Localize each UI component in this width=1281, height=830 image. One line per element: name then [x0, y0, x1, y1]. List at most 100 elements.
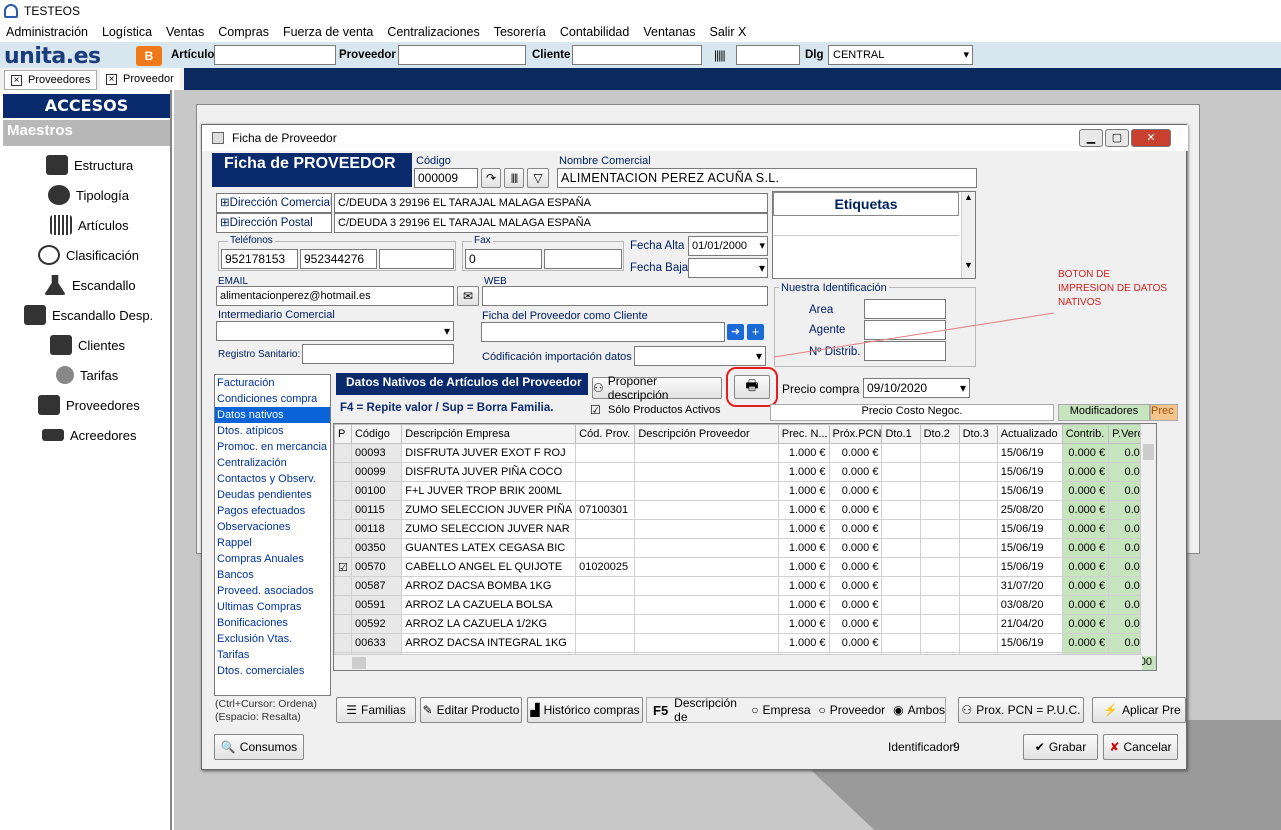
table-row[interactable]: 00093 DISFRUTA JUVER EXOT F ROJ 1.000 €0.0… [334, 443, 1156, 463]
mail-icon[interactable]: ✉ [457, 286, 479, 306]
menu-contabilidad[interactable]: Contabilidad [560, 25, 630, 39]
table-cell[interactable]: ZUMO SELECCION JUVER PIÑA [401, 500, 577, 520]
list-item[interactable]: Promoc. en mercancia [215, 439, 330, 455]
tab-proveedor[interactable]: × Proveedor [100, 68, 180, 90]
table-cell[interactable] [919, 595, 960, 615]
table-row[interactable]: 00118 ZUMO SELECCION JUVER NAR 1.000 €0.00… [334, 519, 1156, 539]
telefono-2-input[interactable]: 952344276 [300, 249, 377, 269]
tab-proveedores[interactable]: × Proveedores [4, 70, 98, 90]
table-cell[interactable]: 15/06/19 [996, 519, 1063, 539]
list-item[interactable]: Ultimas Compras [215, 599, 330, 615]
checkbox-cell[interactable] [334, 614, 352, 634]
table-cell[interactable]: 21/04/20 [996, 614, 1063, 634]
menu-tesoreria[interactable]: Tesorería [494, 25, 546, 39]
table-cell[interactable] [919, 557, 960, 577]
checkbox-cell[interactable] [334, 538, 352, 558]
list-item[interactable]: Dtos. comerciales [215, 663, 330, 679]
close-icon[interactable]: × [11, 74, 22, 86]
grid-vscrollbar[interactable] [1140, 424, 1156, 656]
table-cell[interactable] [881, 614, 921, 634]
consumos-button[interactable]: 🔍 Consumos [214, 734, 304, 760]
table-cell[interactable]: 0.000 € [1061, 576, 1110, 596]
table-cell[interactable] [958, 633, 998, 653]
dir-postal-input[interactable]: C/DEUDA 3 29196 EL TARAJAL MALAGA ESPAÑA [334, 213, 768, 233]
table-cell[interactable]: 0.000 € [828, 443, 883, 463]
list-item[interactable]: Centralización [215, 455, 330, 471]
table-cell[interactable] [958, 538, 998, 558]
table-cell[interactable]: ARROZ DACSA BOMBA 1KG [401, 576, 577, 596]
table-row[interactable]: ☑ 00570 CABELLO ANGEL EL QUIJOTE 01020025 1.… [334, 557, 1156, 577]
table-cell[interactable] [958, 576, 998, 596]
table-cell[interactable]: 15/06/19 [996, 462, 1063, 482]
table-row[interactable]: 00115 ZUMO SELECCION JUVER PIÑA 07100301 1.… [334, 500, 1156, 520]
table-cell[interactable]: 0.000 € [1061, 519, 1110, 539]
checkbox-cell[interactable] [334, 519, 352, 539]
table-cell[interactable] [634, 443, 779, 463]
add-icon[interactable]: + [747, 324, 764, 340]
precio-compra-date[interactable]: 09/10/2020 ▾ [863, 378, 970, 398]
menu-ventas[interactable]: Ventas [166, 25, 204, 39]
table-cell[interactable]: 03/08/20 [996, 595, 1063, 615]
menu-logistica[interactable]: Logística [102, 25, 152, 39]
left-item-articulos[interactable]: Artículos [24, 210, 170, 240]
historico-compras-button[interactable]: ▟ Histórico compras [527, 697, 643, 723]
scroll-thumb[interactable] [1143, 444, 1154, 460]
solo-activos-checkbox[interactable]: ☑ [590, 403, 601, 417]
fax-1-input[interactable]: 0 [465, 249, 542, 269]
table-cell[interactable] [575, 614, 636, 634]
table-row[interactable]: 00592 ARROZ LA CAZUELA 1/2KG 1.000 €0.000 … [334, 614, 1156, 634]
col-header[interactable]: Descripción Empresa [401, 424, 577, 444]
table-cell[interactable] [575, 519, 636, 539]
proponer-descripcion-button[interactable]: ⚇ Proponer descripción [592, 374, 722, 402]
list-item[interactable]: Compras Anuales [215, 551, 330, 567]
table-cell[interactable]: 1.000 € [777, 481, 830, 501]
codificacion-select[interactable]: ▾ [634, 346, 766, 366]
table-cell[interactable]: 00633 [350, 633, 403, 653]
checkbox-cell[interactable] [334, 443, 352, 463]
table-cell[interactable] [881, 500, 921, 520]
table-cell[interactable]: 1.000 € [777, 557, 830, 577]
table-cell[interactable]: DISFRUTA JUVER EXOT F ROJ [401, 443, 577, 463]
table-cell[interactable] [881, 557, 921, 577]
codigo-input[interactable]: 000009 [414, 168, 478, 188]
menu-centralizaciones[interactable]: Centralizaciones [387, 25, 479, 39]
list-item[interactable]: Bancos [215, 567, 330, 583]
table-cell[interactable] [634, 519, 779, 539]
refresh-icon[interactable]: ↷ [481, 168, 501, 188]
table-cell[interactable]: 0.000 € [828, 614, 883, 634]
table-cell[interactable] [881, 481, 921, 501]
etiquetas-panel[interactable]: Etiquetas ▲ ▼ [772, 191, 976, 279]
table-cell[interactable] [634, 595, 779, 615]
table-cell[interactable] [575, 443, 636, 463]
cancelar-button[interactable]: ✘ Cancelar [1103, 734, 1178, 760]
table-cell[interactable] [881, 633, 921, 653]
table-cell[interactable]: 0.000 € [1061, 538, 1110, 558]
ficha-cliente-input[interactable] [481, 322, 725, 342]
table-cell[interactable]: 0.000 € [1061, 557, 1110, 577]
menu-compras[interactable]: Compras [218, 25, 269, 39]
table-cell[interactable]: 0.000 € [828, 557, 883, 577]
table-row[interactable]: 00587 ARROZ DACSA BOMBA 1KG 1.000 €0.000 €… [334, 576, 1156, 596]
table-cell[interactable] [919, 614, 960, 634]
checkbox-cell[interactable] [334, 462, 352, 482]
table-cell[interactable] [958, 614, 998, 634]
table-cell[interactable] [919, 538, 960, 558]
table-cell[interactable]: 15/06/19 [996, 481, 1063, 501]
table-cell[interactable]: DISFRUTA JUVER PIÑA COCO [401, 462, 577, 482]
table-cell[interactable]: 31/07/20 [996, 576, 1063, 596]
table-cell[interactable] [881, 519, 921, 539]
cliente-input[interactable] [572, 45, 702, 65]
maximize-button[interactable]: ▢ [1105, 129, 1129, 147]
table-cell[interactable]: 0.000 € [828, 519, 883, 539]
table-row[interactable]: 00633 ARROZ DACSA INTEGRAL 1KG 1.000 €0.00… [334, 633, 1156, 653]
table-cell[interactable]: 1.000 € [777, 443, 830, 463]
left-item-tarifas[interactable]: Tarifas [24, 360, 170, 390]
list-item[interactable]: Contactos y Observ. [215, 471, 330, 487]
table-cell[interactable]: 1.000 € [777, 538, 830, 558]
table-row[interactable]: 00591 ARROZ LA CAZUELA BOLSA 1.000 €0.000 … [334, 595, 1156, 615]
table-cell[interactable] [958, 557, 998, 577]
checkbox-cell[interactable] [334, 633, 352, 653]
col-header[interactable]: Dto.1 [881, 424, 921, 444]
list-item[interactable]: Bonificaciones [215, 615, 330, 631]
nombre-comercial-input[interactable]: ALIMENTACION PEREZ ACUÑA S.L. [557, 168, 977, 188]
